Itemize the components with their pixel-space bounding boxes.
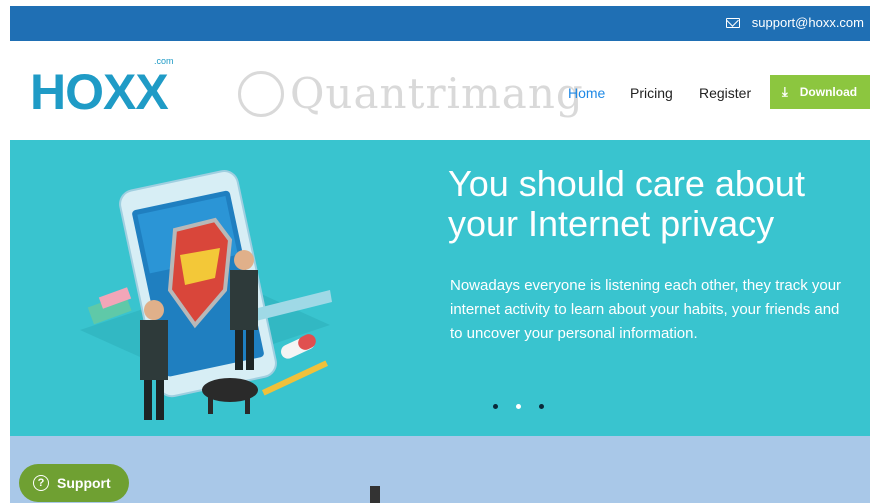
hero-description: Nowadays everyone is listening each othe… (450, 277, 842, 342)
hoxx-logo[interactable]: HOXX .com (30, 57, 174, 120)
contact-email[interactable]: support@hoxx.com (725, 15, 864, 30)
hero-title: You should care about your Internet priv… (448, 163, 805, 244)
download-icon: ⤓ (782, 84, 788, 99)
mail-icon (725, 17, 740, 28)
slider-dots (493, 404, 544, 409)
watermark-bulb-icon (238, 71, 284, 117)
hero-banner: You should care about your Internet priv… (10, 140, 870, 436)
lower-section (10, 436, 870, 503)
download-label: Download (799, 85, 858, 99)
support-button[interactable]: ? Support (19, 464, 129, 502)
support-email[interactable]: support@hoxx.com (752, 15, 864, 30)
watermark-text: Quantrimang (290, 69, 584, 118)
tower-silhouette (370, 486, 380, 503)
privacy-illustration (80, 170, 332, 420)
help-icon: ? (33, 475, 49, 491)
logo-suffix: .com (154, 56, 174, 66)
nav-pricing[interactable]: Pricing (630, 85, 673, 101)
slider-dot-3[interactable] (539, 404, 544, 409)
slider-dot-2[interactable] (516, 404, 521, 409)
top-bar: support@hoxx.com (10, 6, 870, 41)
nav-home[interactable]: Home (568, 85, 605, 101)
site-header: HOXX .com Quantrimang Home Pricing Regis… (10, 41, 870, 140)
logo-text: HOXX (30, 64, 169, 120)
download-button[interactable]: ⤓ Download (770, 75, 870, 109)
slider-dot-1[interactable] (493, 404, 498, 409)
nav-register[interactable]: Register (699, 85, 751, 101)
support-label: Support (57, 475, 111, 491)
